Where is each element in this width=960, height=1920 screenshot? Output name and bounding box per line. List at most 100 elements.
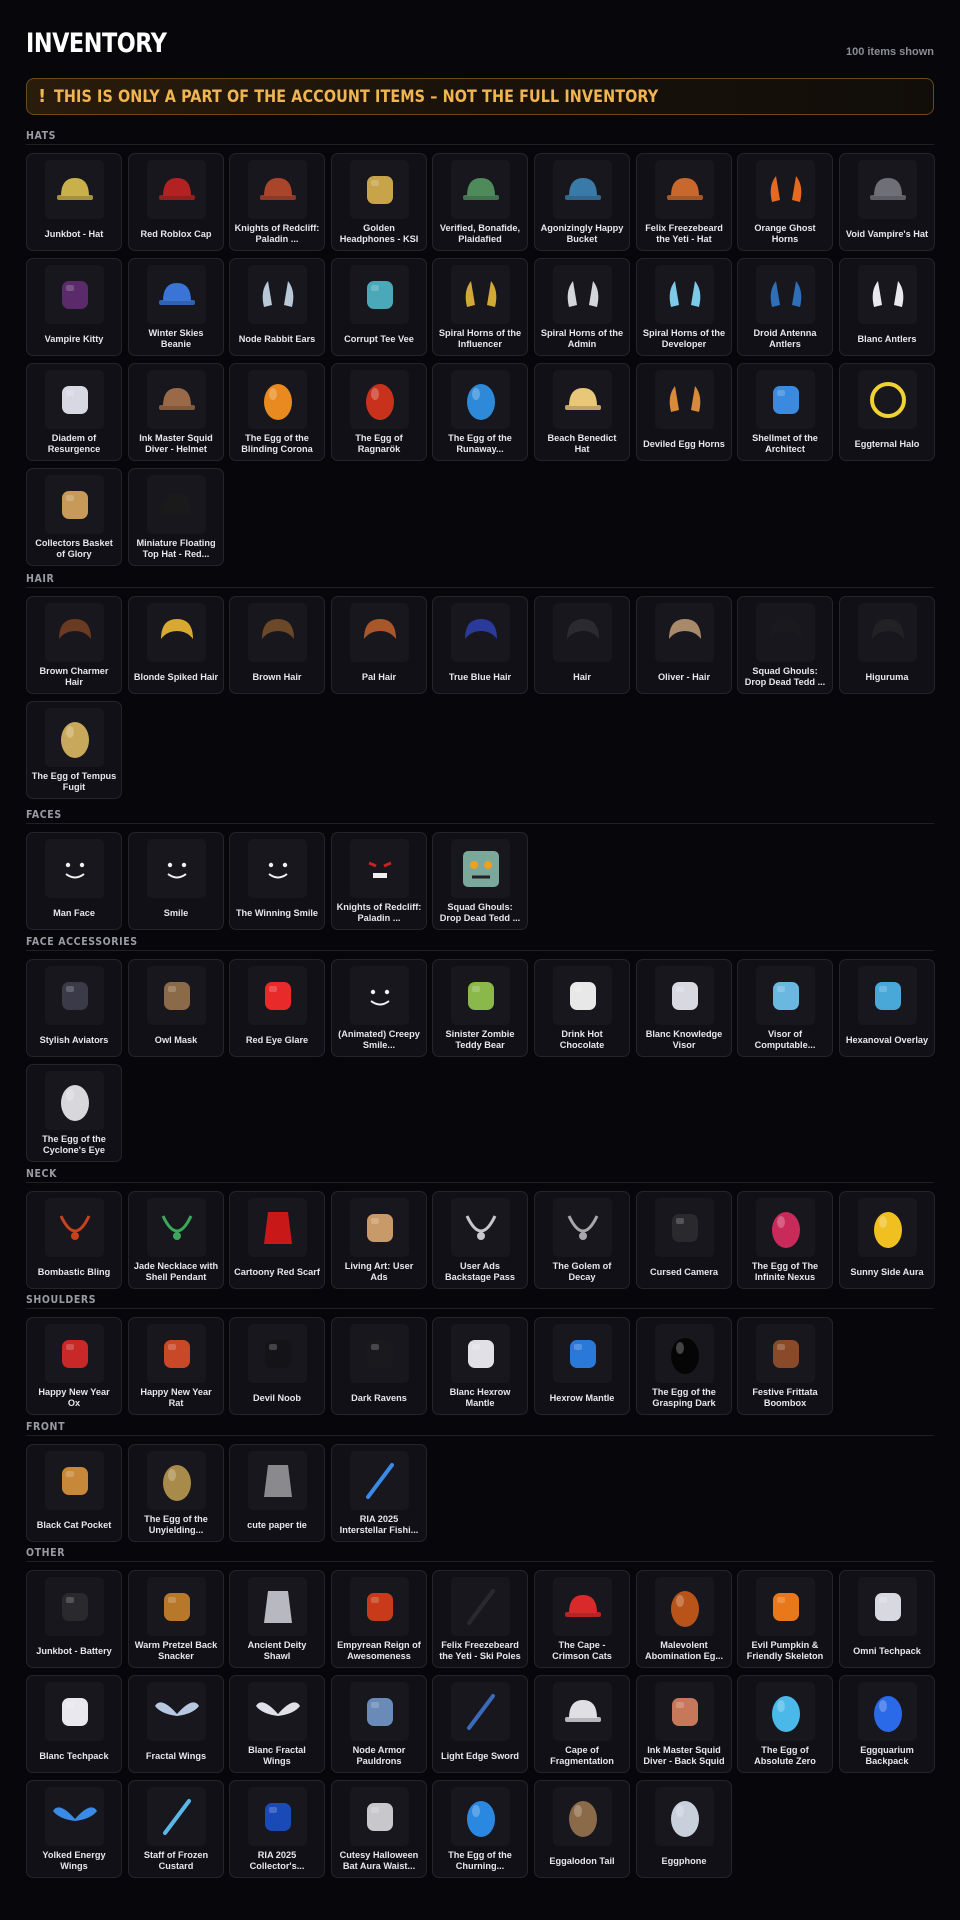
item-card[interactable]: Higuruma xyxy=(839,596,935,694)
item-card[interactable]: Droid Antenna Antlers xyxy=(737,258,833,356)
item-card[interactable]: Happy New Year Ox xyxy=(26,1317,122,1415)
item-card[interactable]: Devil Noob xyxy=(229,1317,325,1415)
item-card[interactable]: Blanc Techpack xyxy=(26,1675,122,1773)
item-card[interactable]: The Egg of Absolute Zero xyxy=(737,1675,833,1773)
item-card[interactable]: Shellmet of the Architect xyxy=(737,363,833,461)
item-card[interactable]: Drink Hot Chocolate xyxy=(534,959,630,1057)
item-card[interactable]: Vampire Kitty xyxy=(26,258,122,356)
item-card[interactable]: The Winning Smile xyxy=(229,832,325,930)
item-card[interactable]: Light Edge Sword xyxy=(432,1675,528,1773)
item-card[interactable]: Golden Headphones - KSI xyxy=(331,153,427,251)
item-card[interactable]: Spiral Horns of the Influencer xyxy=(432,258,528,356)
item-card[interactable]: Squad Ghouls: Drop Dead Tedd ... xyxy=(737,596,833,694)
item-card[interactable]: Warm Pretzel Back Snacker xyxy=(128,1570,224,1668)
item-card[interactable]: Knights of Redcliff: Paladin ... xyxy=(331,832,427,930)
item-card[interactable]: Stylish Aviators xyxy=(26,959,122,1057)
item-card[interactable]: Sunny Side Aura xyxy=(839,1191,935,1289)
item-card[interactable]: Junkbot - Battery xyxy=(26,1570,122,1668)
item-card[interactable]: Red Roblox Cap xyxy=(128,153,224,251)
item-card[interactable]: Deviled Egg Horns xyxy=(636,363,732,461)
item-card[interactable]: The Egg of the Grasping Dark xyxy=(636,1317,732,1415)
item-card[interactable]: Festive Frittata Boombox xyxy=(737,1317,833,1415)
item-card[interactable]: Black Cat Pocket xyxy=(26,1444,122,1542)
item-card[interactable]: Cape of Fragmentation xyxy=(534,1675,630,1773)
item-card[interactable]: Omni Techpack xyxy=(839,1570,935,1668)
item-card[interactable]: Verified, Bonafide, Plaidafied xyxy=(432,153,528,251)
item-card[interactable]: Knights of Redcliff: Paladin ... xyxy=(229,153,325,251)
item-card[interactable]: Jade Necklace with Shell Pendant xyxy=(128,1191,224,1289)
item-card[interactable]: The Egg of the Unyielding... xyxy=(128,1444,224,1542)
item-card[interactable]: Blanc Knowledge Visor xyxy=(636,959,732,1057)
item-card[interactable]: Spiral Horns of the Developer xyxy=(636,258,732,356)
item-card[interactable]: Cutesy Halloween Bat Aura Waist... xyxy=(331,1780,427,1878)
item-card[interactable]: (Animated) Creepy Smile... xyxy=(331,959,427,1057)
item-card[interactable]: The Golem of Decay xyxy=(534,1191,630,1289)
item-card[interactable]: Eggphone xyxy=(636,1780,732,1878)
item-card[interactable]: Agonizingly Happy Bucket xyxy=(534,153,630,251)
item-card[interactable]: Blanc Fractal Wings xyxy=(229,1675,325,1773)
item-card[interactable]: RIA 2025 Interstellar Fishi... xyxy=(331,1444,427,1542)
item-card[interactable]: Hexanoval Overlay xyxy=(839,959,935,1057)
item-card[interactable]: The Cape - Crimson Cats xyxy=(534,1570,630,1668)
item-card[interactable]: RIA 2025 Collector's... xyxy=(229,1780,325,1878)
item-card[interactable]: Blonde Spiked Hair xyxy=(128,596,224,694)
item-card[interactable]: The Egg of Ragnarök xyxy=(331,363,427,461)
item-card[interactable]: Corrupt Tee Vee xyxy=(331,258,427,356)
item-card[interactable]: Void Vampire's Hat xyxy=(839,153,935,251)
item-card[interactable]: The Egg of the Blinding Corona xyxy=(229,363,325,461)
item-card[interactable]: Evil Pumpkin & Friendly Skeleton xyxy=(737,1570,833,1668)
item-card[interactable]: Malevolent Abomination Eg... xyxy=(636,1570,732,1668)
item-card[interactable]: Fractal Wings xyxy=(128,1675,224,1773)
item-card[interactable]: Eggternal Halo xyxy=(839,363,935,461)
item-card[interactable]: Node Rabbit Ears xyxy=(229,258,325,356)
item-card[interactable]: Blanc Hexrow Mantle xyxy=(432,1317,528,1415)
item-card[interactable]: Pal Hair xyxy=(331,596,427,694)
item-card[interactable]: User Ads Backstage Pass xyxy=(432,1191,528,1289)
item-card[interactable]: Visor of Computable... xyxy=(737,959,833,1057)
item-card[interactable]: Bombastic Bling xyxy=(26,1191,122,1289)
item-card[interactable]: Ink Master Squid Diver - Helmet xyxy=(128,363,224,461)
item-card[interactable]: Node Armor Pauldrons xyxy=(331,1675,427,1773)
item-card[interactable]: The Egg of the Runaway... xyxy=(432,363,528,461)
item-card[interactable]: Living Art: User Ads xyxy=(331,1191,427,1289)
item-card[interactable]: Smile xyxy=(128,832,224,930)
item-card[interactable]: Spiral Horns of the Admin xyxy=(534,258,630,356)
item-card[interactable]: Collectors Basket of Glory xyxy=(26,468,122,566)
item-card[interactable]: The Egg of the Churning... xyxy=(432,1780,528,1878)
item-card[interactable]: Dark Ravens xyxy=(331,1317,427,1415)
item-card[interactable]: Sinister Zombie Teddy Bear xyxy=(432,959,528,1057)
item-card[interactable]: Hair xyxy=(534,596,630,694)
item-card[interactable]: Cursed Camera xyxy=(636,1191,732,1289)
item-card[interactable]: Oliver - Hair xyxy=(636,596,732,694)
item-card[interactable]: Miniature Floating Top Hat - Red... xyxy=(128,468,224,566)
item-card[interactable]: Winter Skies Beanie xyxy=(128,258,224,356)
item-card[interactable]: Felix Freezebeard the Yeti - Ski Poles xyxy=(432,1570,528,1668)
item-card[interactable]: Beach Benedict Hat xyxy=(534,363,630,461)
item-card[interactable]: Ancient Deity Shawl xyxy=(229,1570,325,1668)
item-card[interactable]: Brown Charmer Hair xyxy=(26,596,122,694)
item-card[interactable]: Staff of Frozen Custard xyxy=(128,1780,224,1878)
item-card[interactable]: The Egg of The Infinite Nexus xyxy=(737,1191,833,1289)
item-card[interactable]: Diadem of Resurgence xyxy=(26,363,122,461)
item-card[interactable]: Empyrean Reign of Awesomeness xyxy=(331,1570,427,1668)
item-card[interactable]: Cartoony Red Scarf xyxy=(229,1191,325,1289)
item-card[interactable]: Eggquarium Backpack xyxy=(839,1675,935,1773)
item-card[interactable]: Felix Freezebeard the Yeti - Hat xyxy=(636,153,732,251)
item-card[interactable]: Man Face xyxy=(26,832,122,930)
item-card[interactable]: Eggalodon Tail xyxy=(534,1780,630,1878)
item-card[interactable]: Squad Ghouls: Drop Dead Tedd ... xyxy=(432,832,528,930)
item-card[interactable]: Owl Mask xyxy=(128,959,224,1057)
item-card[interactable]: Hexrow Mantle xyxy=(534,1317,630,1415)
item-card[interactable]: Junkbot - Hat xyxy=(26,153,122,251)
item-card[interactable]: Red Eye Glare xyxy=(229,959,325,1057)
item-card[interactable]: Brown Hair xyxy=(229,596,325,694)
item-card[interactable]: Ink Master Squid Diver - Back Squid xyxy=(636,1675,732,1773)
item-card[interactable]: Orange Ghost Horns xyxy=(737,153,833,251)
item-card[interactable]: The Egg of the Cyclone's Eye xyxy=(26,1064,122,1162)
item-card[interactable]: Blanc Antlers xyxy=(839,258,935,356)
item-card[interactable]: The Egg of Tempus Fugit xyxy=(26,701,122,799)
item-card[interactable]: Happy New Year Rat xyxy=(128,1317,224,1415)
item-card[interactable]: Yolked Energy Wings xyxy=(26,1780,122,1878)
item-card[interactable]: cute paper tie xyxy=(229,1444,325,1542)
item-card[interactable]: True Blue Hair xyxy=(432,596,528,694)
